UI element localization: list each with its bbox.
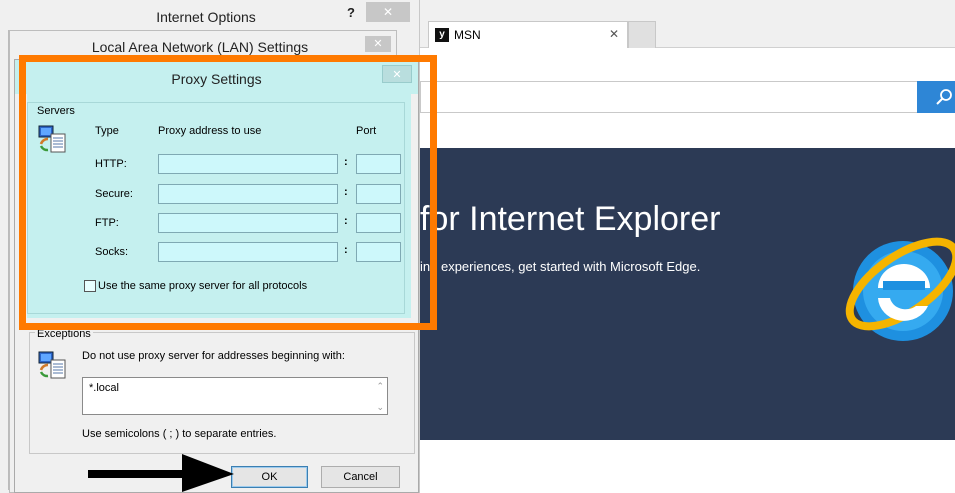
- title-bar: Proxy Settings ✕: [15, 60, 418, 94]
- secure-label: Secure:: [95, 188, 133, 200]
- window-title: Local Area Network (LAN) Settings: [91, 39, 309, 55]
- http-address-input[interactable]: [158, 154, 338, 174]
- search-button[interactable]: [917, 81, 955, 113]
- same-proxy-label[interactable]: Use the same proxy server for all protoc…: [98, 280, 307, 292]
- socks-address-input[interactable]: [158, 242, 338, 262]
- network-computer-icon: [38, 351, 66, 379]
- hero-title: for Internet Explorer: [420, 200, 721, 238]
- network-computer-icon: [38, 125, 66, 153]
- tab-msn[interactable]: y MSN ✕: [428, 21, 628, 48]
- ok-button[interactable]: OK: [231, 466, 308, 488]
- scroll-up-icon[interactable]: ⌃: [376, 381, 384, 392]
- ftp-address-input[interactable]: [158, 213, 338, 233]
- cancel-button[interactable]: Cancel: [321, 466, 400, 488]
- secure-address-input[interactable]: [158, 184, 338, 204]
- header-type: Type: [95, 125, 119, 137]
- colon: :: [344, 156, 348, 168]
- search-icon: [936, 89, 952, 105]
- close-button[interactable]: ✕: [382, 65, 412, 83]
- tab-close-icon[interactable]: ✕: [609, 27, 619, 41]
- secure-port-input[interactable]: [356, 184, 401, 204]
- ftp-port-input[interactable]: [356, 213, 401, 233]
- close-button[interactable]: ✕: [365, 36, 391, 52]
- http-port-input[interactable]: [356, 154, 401, 174]
- help-button[interactable]: ?: [347, 5, 355, 20]
- exceptions-group-label: Exceptions: [35, 328, 93, 340]
- scroll-down-icon[interactable]: ⌄: [376, 402, 384, 413]
- colon: :: [344, 244, 348, 256]
- socks-port-input[interactable]: [356, 242, 401, 262]
- servers-group-label: Servers: [35, 105, 77, 117]
- header-port: Port: [356, 125, 377, 137]
- colon: :: [344, 186, 348, 198]
- exceptions-hint: Use semicolons ( ; ) to separate entries…: [82, 428, 277, 440]
- proxy-settings-dialog: Proxy Settings ✕ Servers Type Proxy addr…: [14, 59, 419, 493]
- close-button[interactable]: ✕: [366, 2, 410, 22]
- http-label: HTTP:: [95, 158, 127, 170]
- msn-favicon-icon: y: [435, 28, 449, 42]
- hero-banner: for Internet Explorer ing experiences, g…: [420, 148, 955, 440]
- exceptions-value: *.local: [89, 382, 119, 394]
- colon: :: [344, 215, 348, 227]
- dialog-title: Proxy Settings: [171, 71, 262, 87]
- arrow-annotation-icon: [88, 454, 234, 492]
- header-address: Proxy address to use: [158, 125, 262, 137]
- search-input[interactable]: [420, 81, 917, 113]
- same-proxy-checkbox[interactable]: [84, 280, 96, 292]
- new-tab-button[interactable]: [628, 21, 656, 48]
- internet-explorer-logo-icon: [845, 237, 955, 341]
- socks-label: Socks:: [95, 246, 129, 258]
- exceptions-textarea[interactable]: *.local ⌃ ⌄: [82, 377, 388, 415]
- tab-label: MSN: [454, 28, 481, 42]
- exceptions-instruction: Do not use proxy server for addresses be…: [82, 350, 345, 362]
- ftp-label: FTP:: [95, 217, 119, 229]
- hero-subtitle: ing experiences, get started with Micros…: [420, 259, 701, 274]
